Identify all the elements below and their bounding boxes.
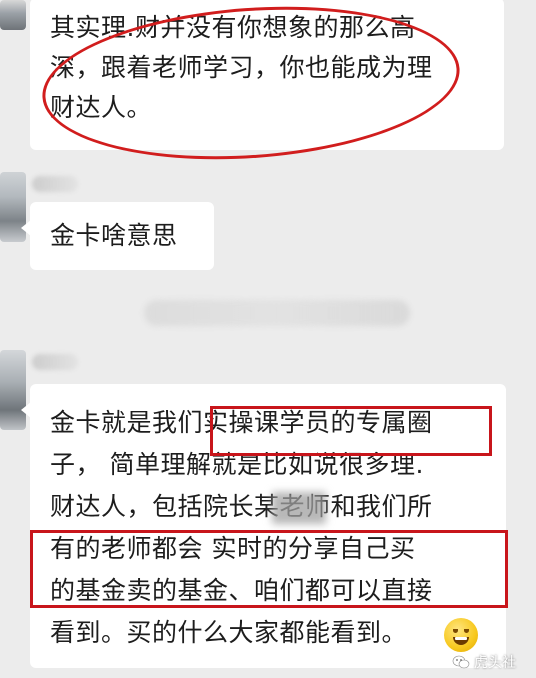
message-bubble[interactable]: 金卡啥意思 bbox=[21, 202, 214, 270]
sender-name-blurred bbox=[32, 176, 78, 192]
watermark-label: 虎头社 bbox=[474, 655, 516, 671]
sender-name-blurred bbox=[32, 354, 78, 370]
grin-emoji-icon bbox=[444, 618, 478, 652]
redaction-blur bbox=[272, 492, 326, 524]
highlight-box bbox=[210, 406, 492, 456]
message-line: 金卡啥意思 bbox=[50, 221, 178, 250]
wechat-icon bbox=[452, 655, 470, 669]
blurred-message bbox=[144, 300, 410, 326]
avatar[interactable] bbox=[0, 350, 26, 430]
avatar[interactable] bbox=[0, 0, 26, 30]
message-line: 看到。买的什么大家都能看到。 bbox=[50, 618, 408, 647]
watermark: 虎头社 bbox=[452, 652, 516, 672]
highlight-box bbox=[30, 530, 508, 608]
chat-screen: 其实理.财并没有你想象的那么高 深，跟着老师学习，你也能成为理 财达人。 金卡啥… bbox=[0, 0, 536, 678]
